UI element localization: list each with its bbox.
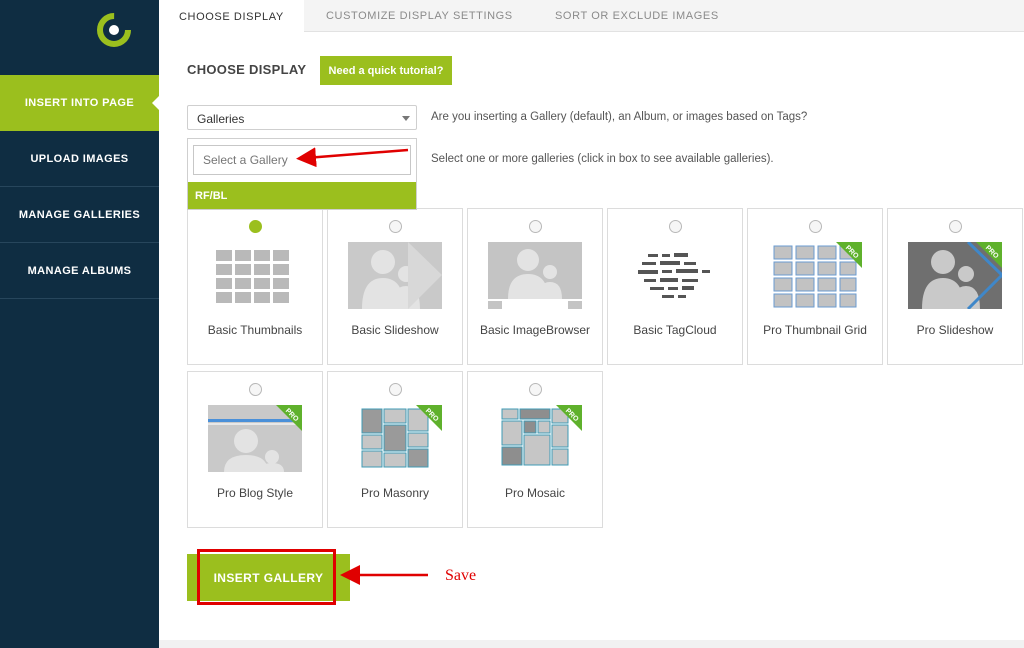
tab-choose-display[interactable]: CHOOSE DISPLAY: [159, 0, 304, 33]
tagcloud-preview-icon: [638, 253, 710, 298]
gallery-option[interactable]: RF/BL: [188, 182, 416, 209]
display-card-label: Pro Slideshow: [916, 323, 994, 337]
display-card-pro-masonry[interactable]: PRO Pro Masonry: [327, 371, 463, 528]
display-card-pro-mosaic[interactable]: PRO Pro Mosaic: [467, 371, 603, 528]
caret-down-icon: [402, 116, 410, 121]
display-card-label: Pro Thumbnail Grid: [763, 323, 867, 337]
sidebar-item-upload-images[interactable]: UPLOAD IMAGES: [0, 131, 159, 187]
tab-label: CUSTOMIZE DISPLAY SETTINGS: [326, 10, 513, 22]
sidebar-item-manage-galleries[interactable]: MANAGE GALLERIES: [0, 187, 159, 243]
thumbnails-preview-icon: [216, 250, 289, 303]
radio-button[interactable]: [249, 383, 262, 396]
nextgen-logo-icon: [97, 13, 131, 47]
radio-button[interactable]: [949, 220, 962, 233]
radio-button[interactable]: [529, 220, 542, 233]
tab-bar: CHOOSE DISPLAY CUSTOMIZE DISPLAY SETTING…: [159, 0, 1024, 33]
mosaic-preview-icon: PRO: [501, 405, 582, 466]
blog-style-preview-icon: PRO: [208, 405, 302, 472]
masonry-preview-icon: PRO: [361, 405, 442, 468]
tutorial-button[interactable]: Need a quick tutorial?: [320, 56, 452, 85]
display-card-label: Basic TagCloud: [633, 323, 717, 337]
annotation-save-note: Save: [445, 567, 477, 584]
display-card-pro-thumbnail-grid[interactable]: PRO Pro Thumbnail Grid: [747, 208, 883, 365]
sidebar-item-insert-into-page[interactable]: INSERT INTO PAGE: [0, 75, 160, 131]
radio-button[interactable]: [389, 220, 402, 233]
display-card-basic-slideshow[interactable]: Basic Slideshow: [327, 208, 463, 365]
display-card-basic-thumbnails[interactable]: Basic Thumbnails: [187, 208, 323, 365]
display-type-select[interactable]: Galleries: [187, 105, 417, 130]
sidebar-item-label: UPLOAD IMAGES: [30, 152, 129, 165]
tab-label: CHOOSE DISPLAY: [179, 10, 284, 23]
display-card-basic-tagcloud[interactable]: Basic TagCloud: [607, 208, 743, 365]
display-card-basic-imagebrowser[interactable]: Basic ImageBrowser: [467, 208, 603, 365]
tab-label: SORT OR EXCLUDE IMAGES: [555, 10, 719, 22]
gallery-select-help: Select one or more galleries (click in b…: [431, 153, 774, 165]
display-card-label: Pro Blog Style: [216, 486, 294, 500]
display-card-label: Pro Mosaic: [504, 486, 566, 500]
tab-sort-or-exclude-images[interactable]: SORT OR EXCLUDE IMAGES: [555, 0, 719, 32]
gallery-dropdown: RF/BL: [187, 138, 417, 210]
sidebar-item-manage-albums[interactable]: MANAGE ALBUMS: [0, 243, 159, 299]
radio-button[interactable]: [669, 220, 682, 233]
pro-slideshow-preview-icon: PRO: [908, 242, 1002, 309]
annotation-highlight-box: [197, 549, 336, 605]
main-panel: CHOOSE DISPLAY CUSTOMIZE DISPLAY SETTING…: [159, 0, 1024, 640]
gallery-search-input[interactable]: [193, 145, 411, 175]
sidebar: INSERT INTO PAGE UPLOAD IMAGES MANAGE GA…: [0, 0, 160, 648]
sidebar-item-label: INSERT INTO PAGE: [24, 97, 135, 109]
display-card-pro-blog-style[interactable]: PRO Pro Blog Style: [187, 371, 323, 528]
display-card-label: Basic Thumbnails: [207, 323, 303, 337]
radio-button[interactable]: [809, 220, 822, 233]
app-window: INSERT INTO PAGE UPLOAD IMAGES MANAGE GA…: [0, 0, 1024, 648]
radio-button[interactable]: [529, 383, 542, 396]
display-card-label: Basic Slideshow: [351, 323, 439, 337]
display-type-help: Are you inserting a Gallery (default), a…: [431, 111, 808, 123]
radio-button[interactable]: [389, 383, 402, 396]
slideshow-preview-icon: [348, 242, 442, 309]
imagebrowser-preview-icon: [488, 242, 582, 309]
radio-button[interactable]: [249, 220, 262, 233]
display-card-label: Pro Masonry: [360, 486, 430, 500]
thumbnail-grid-preview-icon: PRO: [773, 242, 862, 308]
section-heading: CHOOSE DISPLAY: [187, 62, 307, 77]
sidebar-item-label: MANAGE GALLERIES: [18, 208, 141, 221]
display-card-label: Basic ImageBrowser: [479, 323, 591, 337]
display-type-value: Galleries: [197, 112, 245, 126]
tab-customize-display-settings[interactable]: CUSTOMIZE DISPLAY SETTINGS: [326, 0, 513, 32]
sidebar-item-label: MANAGE ALBUMS: [27, 264, 132, 277]
display-card-pro-slideshow[interactable]: PRO Pro Slideshow: [887, 208, 1023, 365]
